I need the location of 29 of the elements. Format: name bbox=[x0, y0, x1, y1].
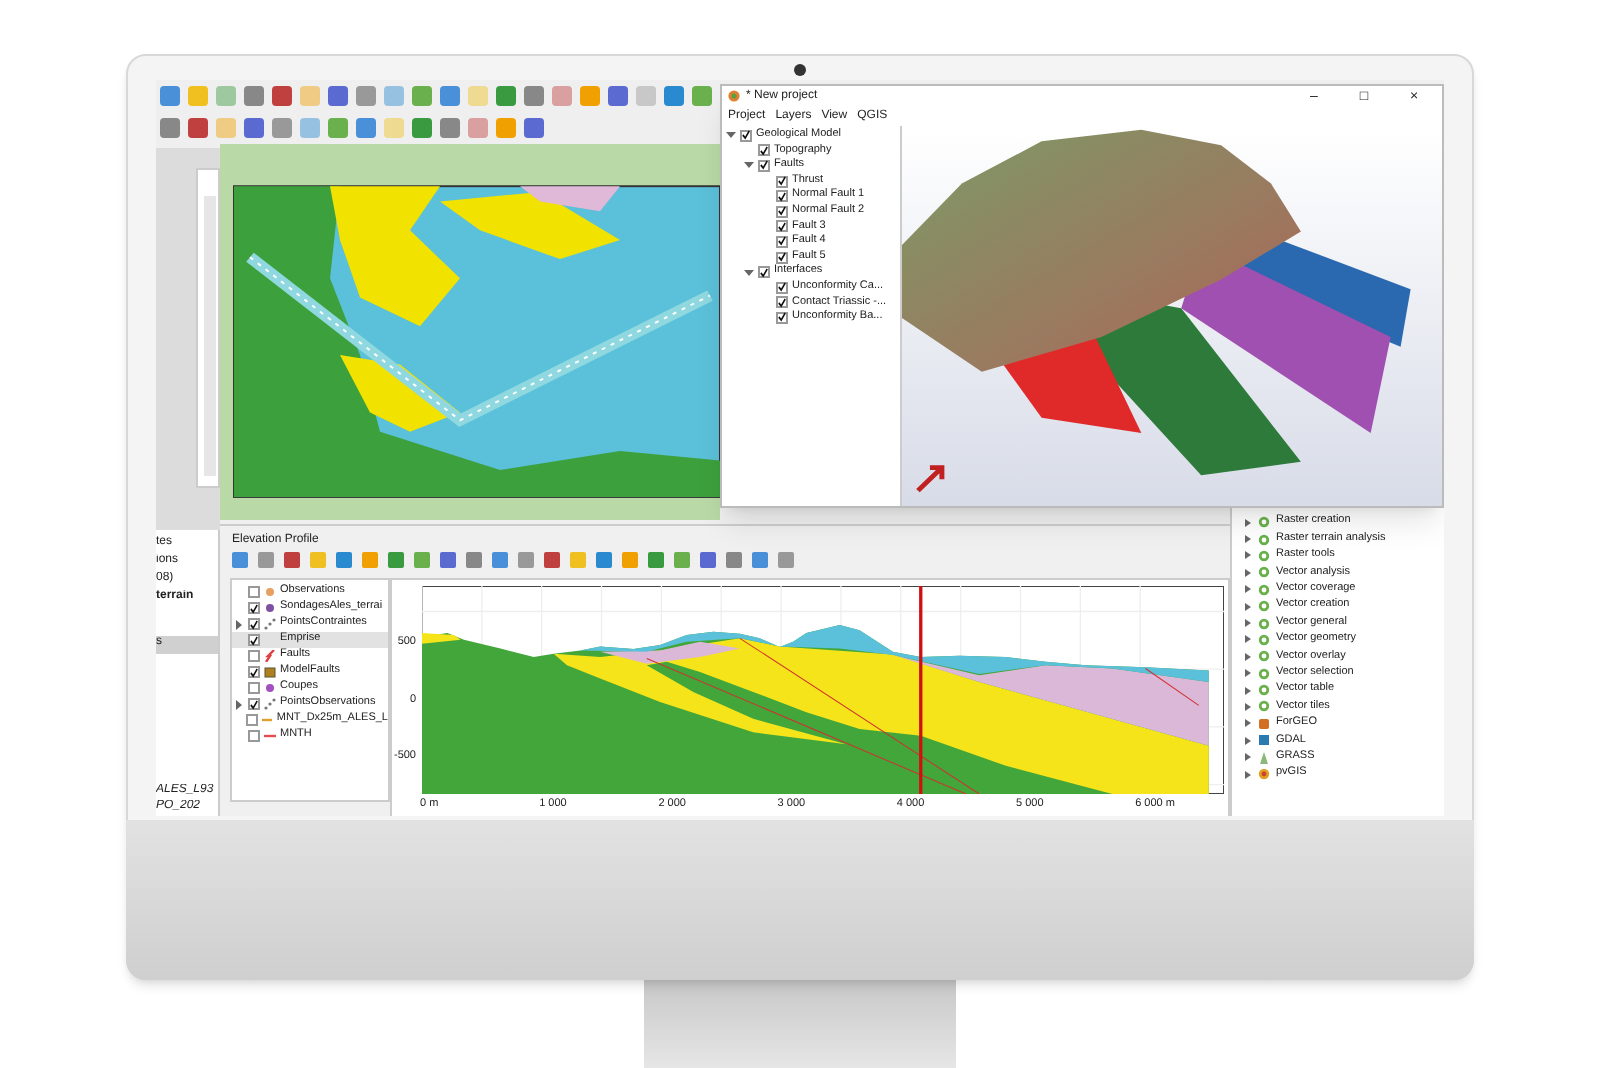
checkbox[interactable] bbox=[776, 205, 788, 218]
position-marker[interactable] bbox=[919, 586, 923, 794]
axis-arrow-icon bbox=[915, 465, 944, 494]
checkbox[interactable] bbox=[776, 235, 788, 248]
checkbox[interactable] bbox=[776, 175, 788, 188]
checkbox[interactable] bbox=[248, 698, 260, 710]
checkbox[interactable] bbox=[248, 650, 260, 662]
checkbox[interactable] bbox=[248, 618, 260, 630]
checkbox[interactable] bbox=[776, 220, 788, 233]
scrollbar[interactable] bbox=[204, 196, 216, 476]
check-icon bbox=[250, 699, 258, 709]
checkbox[interactable] bbox=[248, 730, 260, 742]
checkbox[interactable] bbox=[248, 602, 260, 614]
checkbox[interactable] bbox=[758, 159, 770, 172]
checkbox[interactable] bbox=[776, 311, 788, 324]
checkbox[interactable] bbox=[248, 682, 260, 694]
checkbox[interactable] bbox=[248, 586, 260, 598]
checkbox[interactable] bbox=[246, 714, 259, 726]
checkbox[interactable] bbox=[248, 634, 260, 646]
checkbox[interactable] bbox=[758, 266, 770, 279]
checkbox[interactable] bbox=[776, 281, 788, 294]
checkbox[interactable] bbox=[248, 666, 260, 678]
checkbox[interactable] bbox=[776, 190, 788, 203]
checkbox[interactable] bbox=[776, 296, 788, 309]
check-icon bbox=[250, 667, 258, 677]
checkbox[interactable] bbox=[758, 144, 770, 157]
checkbox[interactable] bbox=[740, 129, 752, 142]
checkbox[interactable] bbox=[776, 251, 788, 264]
app-logo-icon bbox=[728, 90, 740, 102]
